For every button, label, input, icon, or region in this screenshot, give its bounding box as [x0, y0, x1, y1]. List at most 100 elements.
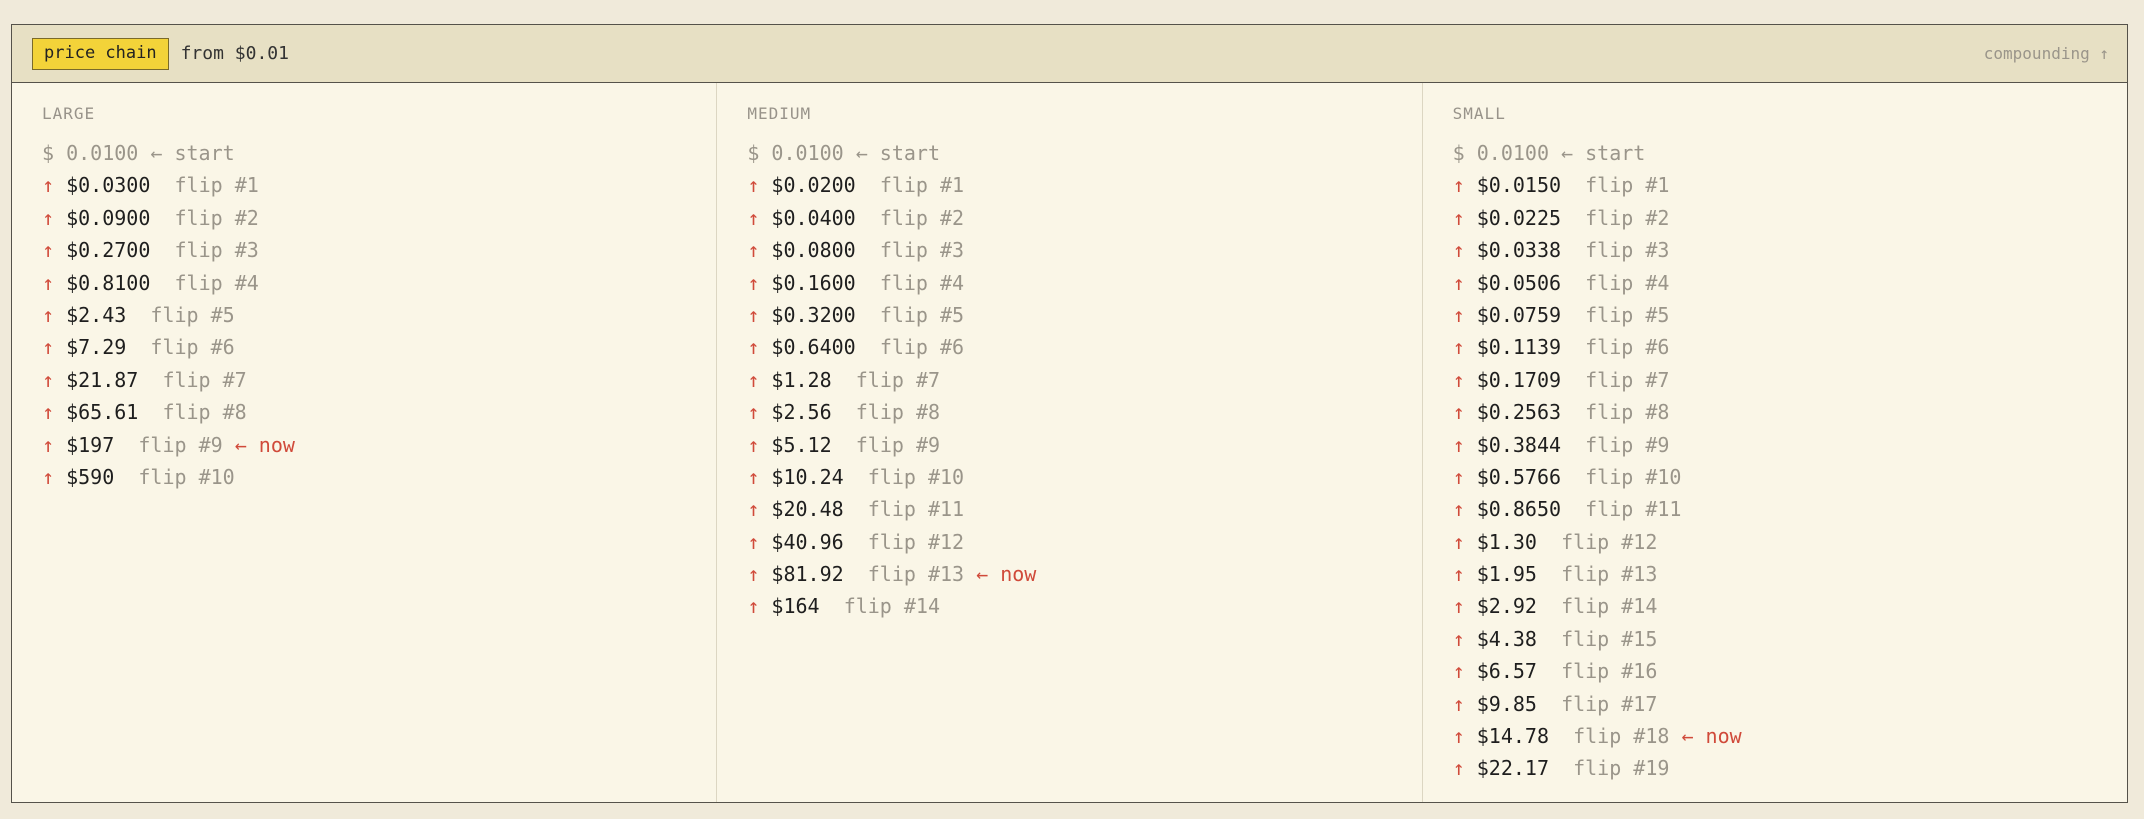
price-value: $1.30	[1476, 529, 1537, 554]
price-value: $1.28	[771, 367, 832, 392]
up-arrow-icon: ↑	[747, 497, 760, 522]
up-arrow-icon: ↑	[747, 464, 760, 489]
price-value: $0.8650	[1476, 497, 1562, 522]
price-value: $4.38	[1476, 626, 1537, 651]
price-value: $0.1709	[1476, 367, 1562, 392]
up-arrow-icon: ↑	[42, 400, 55, 425]
flip-label: flip #10	[138, 464, 235, 489]
up-arrow-icon: ↑	[42, 464, 55, 489]
flip-label: flip #18	[1573, 724, 1670, 749]
up-arrow-icon: ↑	[1452, 335, 1465, 360]
flip-label: flip #15	[1561, 626, 1658, 651]
up-arrow-icon: ↑	[42, 367, 55, 392]
price-row: ↑ $0.0200 flip #1	[747, 169, 1421, 201]
flip-label: flip #9	[138, 432, 223, 457]
column-title: MEDIUM	[747, 104, 812, 123]
price-row: ↑ $10.24 flip #10	[747, 461, 1421, 493]
flip-label: flip #11	[867, 497, 965, 522]
column-title: LARGE	[42, 104, 96, 123]
price-value: $0.0759	[1476, 302, 1562, 327]
up-arrow-icon: ↑	[747, 238, 760, 263]
flip-label: flip #4	[879, 270, 965, 295]
now-marker: ← now	[1681, 724, 1742, 749]
price-row: ↑ $6.57 flip #16	[1453, 655, 2127, 687]
price-value: $2.43	[66, 302, 127, 327]
flip-label: flip #13	[867, 562, 965, 587]
flip-label: flip #6	[879, 335, 965, 360]
price-value: $2.56	[771, 400, 832, 425]
up-arrow-icon: ↑	[747, 335, 760, 360]
price-chain-panel: price chain from $0.01 compounding ↑ LAR…	[11, 24, 2128, 803]
price-row: ↑ $40.96 flip #12	[747, 526, 1421, 558]
up-arrow-icon: ↑	[1452, 756, 1465, 781]
price-value: $164	[771, 594, 820, 619]
price-row: ↑ $0.2700 flip #3	[42, 234, 716, 266]
up-arrow-icon: ↑	[1452, 238, 1465, 263]
column-small: SMALL $ 0.0100 ← start ↑ $0.0150 flip #1 ↑…	[1421, 83, 2127, 802]
flip-label: flip #14	[843, 594, 941, 619]
price-row: ↑ $0.8650 flip #11	[1453, 493, 2127, 525]
flip-label: flip #7	[162, 367, 247, 392]
up-arrow-icon: ↑	[1452, 302, 1465, 327]
price-value: $197	[66, 432, 115, 457]
price-row: ↑ $65.61 flip #8	[42, 396, 716, 428]
up-arrow-icon: ↑	[42, 335, 55, 360]
price-chain-badge: price chain	[32, 37, 169, 70]
column-medium: MEDIUM $ 0.0100 ← start ↑ $0.0200 flip #1…	[716, 83, 1421, 802]
price-value: $0.2563	[1476, 400, 1562, 425]
price-row: ↑ $0.0300 flip #1	[42, 169, 716, 201]
start-price-label: from $0.01	[180, 43, 289, 64]
price-row: ↑ $1.30 flip #12	[1453, 526, 2127, 558]
flip-label: flip #14	[1561, 594, 1658, 619]
flip-label: flip #5	[1585, 302, 1670, 327]
price-list: $ 0.0100 ← start ↑ $0.0200 flip #1 ↑ $0.04…	[747, 137, 1421, 623]
price-value: $10.24	[771, 464, 844, 489]
flip-label: flip #2	[174, 205, 259, 230]
up-arrow-icon: ↑	[1452, 400, 1465, 425]
price-row: ↑ $0.0225 flip #2	[1453, 202, 2127, 234]
flip-label: flip #10	[867, 464, 965, 489]
price-value: $0.3200	[771, 302, 856, 327]
up-arrow-icon: ↑	[747, 594, 760, 619]
column-large: LARGE $ 0.0100 ← start ↑ $0.0300 flip #1 ↑…	[12, 83, 716, 802]
price-row: ↑ $20.48 flip #11	[747, 493, 1421, 525]
start-row: $ 0.0100 ← start	[42, 137, 716, 169]
price-value: $0.0300	[66, 173, 151, 198]
up-arrow-icon: ↑	[747, 173, 760, 198]
flip-label: flip #2	[1585, 205, 1670, 230]
price-value: $0.0800	[771, 238, 856, 263]
start-price: $ 0.0100	[42, 141, 139, 165]
flip-label: flip #5	[879, 302, 965, 327]
flip-label: flip #9	[1585, 432, 1670, 457]
up-arrow-icon: ↑	[747, 302, 760, 327]
up-arrow-icon: ↑	[1452, 464, 1465, 489]
flip-label: flip #5	[150, 302, 235, 327]
price-row: ↑ $2.43 flip #5	[42, 299, 716, 331]
price-row: ↑ $197 flip #9 ← now	[42, 429, 716, 461]
flip-label: flip #19	[1573, 756, 1670, 781]
price-row: ↑ $0.1139 flip #6	[1453, 331, 2127, 363]
price-row: ↑ $0.3844 flip #9	[1453, 429, 2127, 461]
price-value: $0.0400	[771, 205, 856, 230]
flip-label: flip #3	[174, 238, 259, 263]
price-row: ↑ $5.12 flip #9	[747, 429, 1421, 461]
up-arrow-icon: ↑	[1452, 205, 1465, 230]
price-row: ↑ $0.5766 flip #10	[1453, 461, 2127, 493]
price-value: $590	[66, 464, 115, 489]
up-arrow-icon: ↑	[42, 270, 55, 295]
price-value: $0.3844	[1476, 432, 1562, 457]
flip-label: flip #1	[174, 173, 259, 198]
now-marker: ← now	[234, 432, 295, 457]
price-value: $1.95	[1476, 562, 1537, 587]
flip-label: flip #3	[879, 238, 965, 263]
flip-label: flip #9	[855, 432, 941, 457]
flip-label: flip #2	[879, 205, 965, 230]
up-arrow-icon: ↑	[1452, 367, 1465, 392]
flip-label: flip #8	[1585, 400, 1670, 425]
up-arrow-icon: ↑	[1452, 432, 1465, 457]
flip-label: flip #10	[1585, 464, 1682, 489]
flip-label: flip #17	[1561, 691, 1658, 716]
price-row: ↑ $0.2563 flip #8	[1453, 396, 2127, 428]
start-marker: ← start	[150, 141, 235, 165]
price-row: ↑ $2.92 flip #14	[1453, 590, 2127, 622]
